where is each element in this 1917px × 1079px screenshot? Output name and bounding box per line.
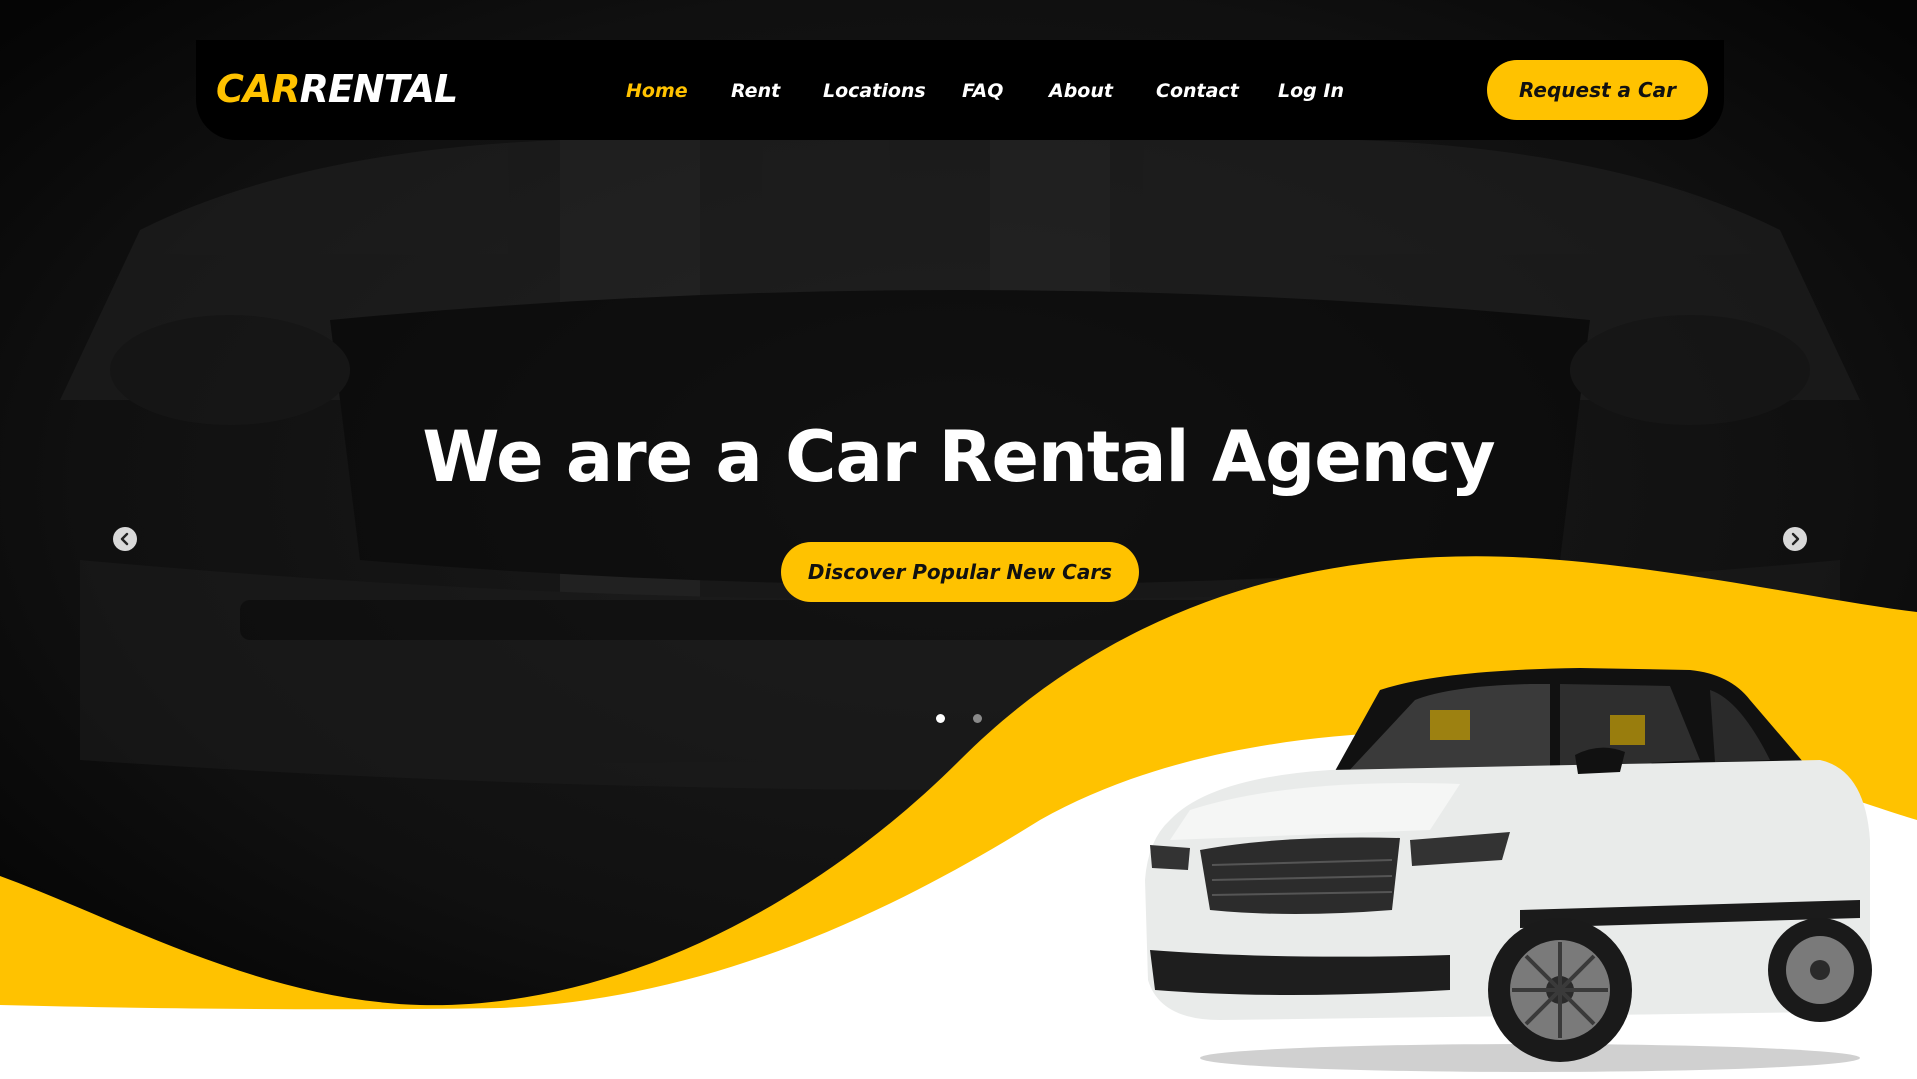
carousel-dot-2[interactable] <box>973 714 982 723</box>
nav-item-contact[interactable]: Contact <box>1156 77 1239 105</box>
chevron-right-icon <box>1791 532 1800 546</box>
nav-item-faq[interactable]: FAQ <box>962 77 1003 105</box>
nav-item-locations[interactable]: Locations <box>823 77 926 105</box>
nav-item-rent[interactable]: Rent <box>731 77 780 105</box>
logo-rental-text: RENTAL <box>299 67 459 111</box>
hero-title: We are a Car Rental Agency <box>422 416 1495 498</box>
logo-car-text: CAR <box>216 67 301 111</box>
chevron-left-icon <box>120 532 129 546</box>
carousel-next-button[interactable] <box>1783 527 1807 551</box>
carousel-dot-1[interactable] <box>936 714 945 723</box>
brand-logo[interactable]: CARRENTAL <box>216 66 459 112</box>
carousel-prev-button[interactable] <box>113 527 137 551</box>
hero-section: CARRENTAL Home Rent Locations FAQ About … <box>0 0 1917 1079</box>
nav-item-about[interactable]: About <box>1049 77 1113 105</box>
request-car-button[interactable]: Request a Car <box>1487 60 1708 120</box>
nav-item-login[interactable]: Log In <box>1278 77 1344 105</box>
suv-car-image <box>1145 668 1872 1072</box>
discover-cars-button[interactable]: Discover Popular New Cars <box>781 542 1139 602</box>
carousel-indicators <box>936 714 986 726</box>
nav-item-home[interactable]: Home <box>626 77 688 105</box>
